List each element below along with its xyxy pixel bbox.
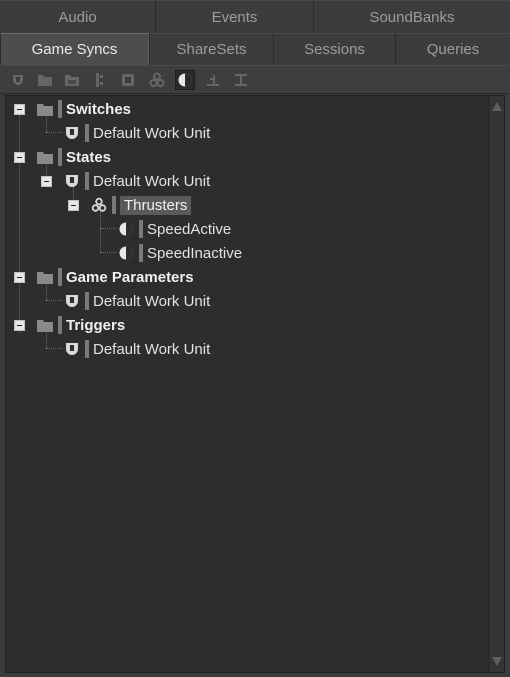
tree-item-label: Default Work Unit	[93, 172, 211, 190]
tree-item-game-parameters[interactable]: Game Parameters	[36, 266, 194, 288]
state-icon	[117, 244, 135, 262]
new-folder-button[interactable]	[35, 70, 55, 90]
tree-item-triggers[interactable]: Triggers	[36, 314, 125, 336]
new-switch-group-button[interactable]	[89, 70, 109, 90]
tab-row-bottom: Game Syncs ShareSets Sessions Queries	[0, 33, 510, 65]
game-syncs-tree[interactable]: Switches Default Work Unit States Defaul…	[5, 95, 505, 673]
tree-connector	[46, 300, 62, 301]
game-parameter-icon	[207, 75, 219, 86]
color-bar	[85, 340, 89, 358]
new-state-group-button[interactable]	[147, 70, 167, 90]
color-bar	[139, 244, 143, 262]
tree-item-label: Game Parameters	[66, 268, 194, 286]
tree-item-label: Default Work Unit	[93, 292, 211, 310]
tree-connector	[46, 132, 62, 133]
tree-item-switches[interactable]: Switches	[36, 98, 131, 120]
collapse-states-toggle[interactable]	[14, 152, 25, 163]
tab-soundbanks[interactable]: SoundBanks	[313, 0, 510, 33]
work-unit-icon	[63, 172, 81, 190]
tab-game-syncs[interactable]: Game Syncs	[0, 33, 149, 65]
new-switch-button[interactable]	[118, 70, 138, 90]
state-icon	[178, 73, 192, 87]
vertical-scrollbar[interactable]	[488, 96, 504, 672]
tree-connector	[100, 252, 116, 253]
color-bar	[58, 148, 62, 166]
tree-item-label: Thrusters	[120, 195, 192, 215]
folder-icon	[36, 268, 54, 286]
tree-connector	[100, 228, 116, 229]
tab-label: Sessions	[304, 41, 365, 58]
state-icon	[117, 220, 135, 238]
new-trigger-button[interactable]	[231, 70, 251, 90]
new-virtual-folder-button[interactable]	[62, 70, 82, 90]
color-bar	[112, 196, 116, 214]
tab-events[interactable]: Events	[155, 0, 313, 33]
collapse-game-parameters-toggle[interactable]	[14, 272, 25, 283]
tree-connector	[100, 211, 101, 252]
tree-connector	[19, 115, 20, 333]
tree-item-switches-work-unit[interactable]: Default Work Unit	[63, 122, 210, 144]
work-unit-icon	[63, 340, 81, 358]
tab-sessions[interactable]: Sessions	[273, 33, 395, 65]
tree-item-label: Triggers	[66, 316, 126, 334]
switch-group-icon	[96, 73, 103, 87]
color-bar	[58, 100, 62, 118]
tab-label: Events	[211, 8, 258, 26]
tree-item-states[interactable]: States	[36, 146, 111, 168]
color-bar	[85, 124, 89, 142]
color-bar	[85, 172, 89, 190]
color-bar	[85, 292, 89, 310]
new-state-button[interactable]	[175, 70, 195, 90]
tab-label: ShareSets	[176, 41, 247, 58]
collapse-triggers-toggle[interactable]	[14, 320, 25, 331]
tree-item-triggers-work-unit[interactable]: Default Work Unit	[63, 338, 210, 360]
new-work-unit-button[interactable]	[8, 70, 28, 90]
tree-item-thrusters[interactable]: Thrusters	[90, 194, 192, 216]
state-group-icon	[90, 196, 108, 214]
tree-item-game-parameters-work-unit[interactable]: Default Work Unit	[63, 290, 210, 312]
scroll-up-arrow-icon[interactable]	[492, 102, 502, 111]
tab-audio[interactable]: Audio	[0, 0, 155, 33]
tab-sharesets[interactable]: ShareSets	[149, 33, 273, 65]
tree-item-label: States	[66, 148, 112, 166]
tab-row-top: Audio Events SoundBanks	[0, 0, 510, 33]
new-game-parameter-button[interactable]	[203, 70, 223, 90]
tree-item-label: Switches	[66, 100, 132, 118]
tree-item-speedactive[interactable]: SpeedActive	[117, 218, 231, 240]
color-bar	[58, 316, 62, 334]
tree-item-speedinactive[interactable]: SpeedInactive	[117, 242, 242, 264]
toolbar	[0, 65, 510, 94]
folder-icon	[36, 148, 54, 166]
switch-icon	[122, 74, 134, 86]
tree-item-label: SpeedActive	[147, 220, 232, 238]
tab-queries[interactable]: Queries	[395, 33, 510, 65]
state-group-icon	[149, 72, 165, 87]
tree-item-label: Default Work Unit	[93, 340, 211, 358]
virtual-folder-icon	[65, 75, 79, 86]
tab-label: Queries	[426, 41, 480, 58]
scroll-down-arrow-icon[interactable]	[492, 657, 502, 666]
work-unit-icon	[13, 75, 23, 85]
collapse-thrusters-toggle[interactable]	[68, 200, 79, 211]
color-bar	[58, 268, 62, 286]
folder-icon	[36, 100, 54, 118]
work-unit-icon	[63, 124, 81, 142]
tree-connector	[46, 348, 62, 349]
collapse-states-work-unit-toggle[interactable]	[41, 176, 52, 187]
tree-item-label: Default Work Unit	[93, 124, 211, 142]
tab-label: Audio	[58, 8, 97, 26]
tab-label: SoundBanks	[369, 8, 455, 26]
tab-label: Game Syncs	[31, 41, 118, 58]
trigger-icon	[235, 74, 247, 86]
collapse-switches-toggle[interactable]	[14, 104, 25, 115]
folder-icon	[36, 316, 54, 334]
work-unit-icon	[63, 292, 81, 310]
color-bar	[139, 220, 143, 238]
folder-icon	[38, 75, 52, 86]
tree-item-states-work-unit[interactable]: Default Work Unit	[63, 170, 210, 192]
tree-item-label: SpeedInactive	[147, 244, 243, 262]
